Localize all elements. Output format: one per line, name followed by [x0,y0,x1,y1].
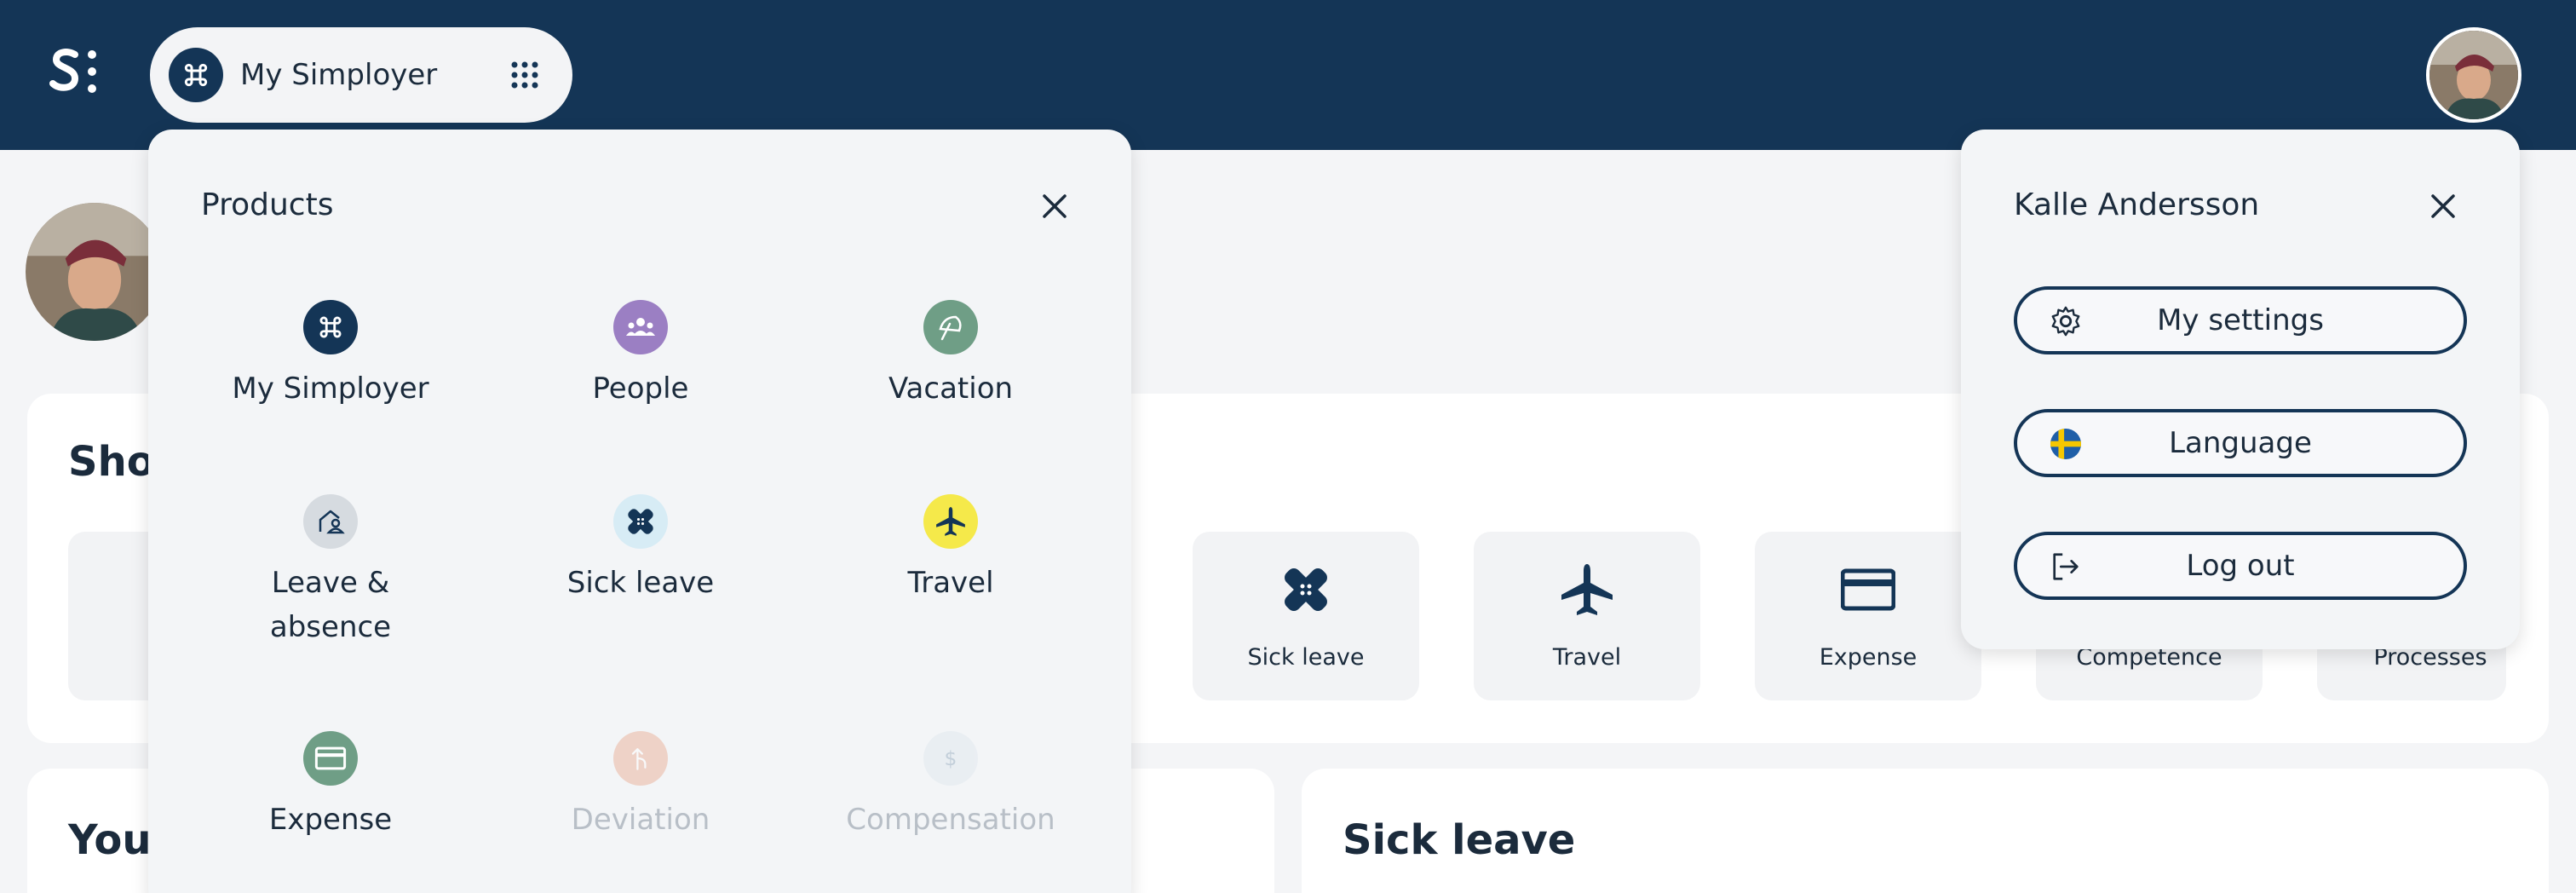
app-switcher-label: My Simployer [240,58,438,92]
bandage-icon [613,494,668,549]
shortcut-label: Travel [1552,644,1622,671]
products-menu: Products My Simployer People Vacation Le… [148,130,1131,893]
profile-avatar [26,203,164,341]
plane-icon [1561,564,1613,615]
simployer-logo[interactable] [49,43,101,104]
sick-leave-card-title: Sick leave [1343,816,1576,864]
close-icon[interactable] [1038,189,1072,223]
top-bar: My Simployer [0,0,2576,150]
shortcut-tile-expense[interactable]: Expense [1755,532,1981,700]
product-people[interactable]: People [496,300,785,411]
plane-icon [923,494,978,549]
product-label: My Simployer [232,372,429,406]
language-label: Language [2169,426,2312,460]
umbrella-icon [923,300,978,354]
product-travel[interactable]: Travel [806,494,1095,605]
product-vacation[interactable]: Vacation [806,300,1095,411]
language-button[interactable]: Language [2014,409,2467,477]
command-icon [303,300,358,354]
home-person-icon [303,494,358,549]
product-my-simployer[interactable]: My Simployer [186,300,475,411]
dollar-icon: $ [923,731,978,786]
sick-leave-card: Sick leave [1302,769,2549,893]
apps-grid-icon[interactable] [509,60,540,90]
bandage-icon [1285,568,1327,611]
app-switcher[interactable]: My Simployer [150,27,572,123]
shortcut-tile-sick-leave[interactable]: Sick leave [1193,532,1419,700]
user-name: Kalle Andersson [2014,187,2260,222]
product-expense[interactable]: Expense [186,731,475,842]
product-leave-absence[interactable]: Leave & absence [186,494,475,649]
product-label: Compensation [846,803,1055,837]
shortcut-tile-travel[interactable]: Travel [1474,532,1700,700]
people-icon [613,300,668,354]
user-menu: Kalle Andersson My settings Language Log… [1961,130,2520,649]
product-label: Sick leave [566,566,715,600]
svg-text:$: $ [945,746,957,770]
product-label: Travel [907,566,994,600]
product-label: People [592,372,689,406]
card-icon [1841,568,1895,611]
shortcuts-title: Sho [68,438,155,486]
avatar-photo [2429,31,2518,119]
close-icon[interactable] [2426,189,2460,223]
gear-icon [2051,306,2080,337]
product-sick-leave[interactable]: Sick leave [496,494,785,605]
my-settings-button[interactable]: My settings [2014,286,2467,354]
sweden-flag-icon [2050,428,2082,460]
logout-icon [2053,553,2079,580]
log-out-label: Log out [2186,549,2295,583]
product-deviation: Deviation [496,731,785,842]
my-settings-label: My settings [2157,303,2324,337]
product-label: Deviation [571,803,710,837]
shortcut-label: Expense [1819,644,1918,671]
product-compensation: $ Compensation [806,731,1095,842]
products-title: Products [201,187,334,222]
command-icon [169,48,223,102]
your-card-title: You [68,816,152,864]
product-label: Expense [268,803,393,837]
user-avatar-button[interactable] [2426,27,2521,123]
log-out-button[interactable]: Log out [2014,532,2467,600]
product-label: Leave & absence [269,566,392,644]
turn-arrow-icon [613,731,668,786]
card-icon [303,731,358,786]
shortcut-label: Sick leave [1247,644,1365,671]
product-label: Vacation [888,372,1014,406]
